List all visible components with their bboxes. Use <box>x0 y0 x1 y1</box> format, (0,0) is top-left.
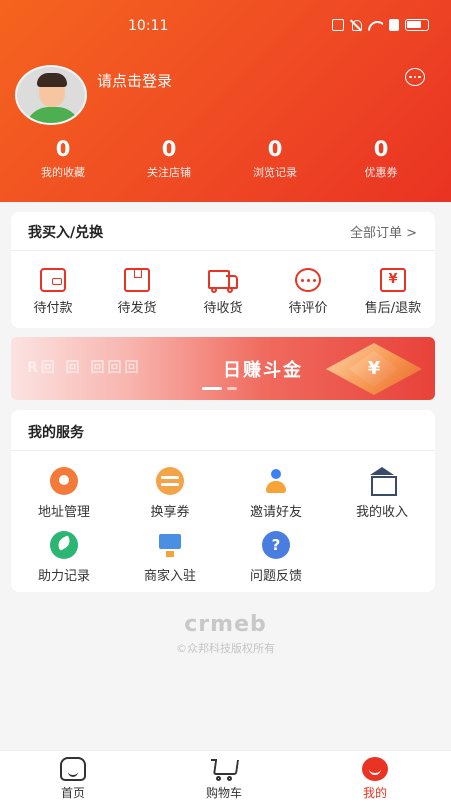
service-label: 助力记录 <box>37 569 90 584</box>
services-card: 我的服务 地址管理 换享券 邀请好友 我的收入 助力记录 商家入驻 ? 问题反馈 <box>11 410 435 592</box>
bottom-tab-bar: 首页 购物车 我的 <box>0 750 451 802</box>
order-pending-review[interactable]: 待评价 <box>268 268 348 316</box>
charging-icon <box>389 19 399 31</box>
home-icon <box>60 757 86 781</box>
order-pending-receipt[interactable]: 待收货 <box>183 268 263 316</box>
avatar-hair <box>37 73 67 87</box>
status-time: 10:11 <box>128 18 169 34</box>
stat-value: 0 <box>373 137 389 161</box>
stat-label: 关注店铺 <box>147 166 191 179</box>
service-invite[interactable]: 邀请好友 <box>226 467 326 520</box>
stat-value: 0 <box>55 137 71 161</box>
order-label: 售后/退款 <box>364 301 422 316</box>
service-income[interactable]: 我的收入 <box>332 467 432 520</box>
profile-icon <box>362 757 388 781</box>
avatar[interactable] <box>15 65 87 125</box>
service-address[interactable]: 地址管理 <box>14 467 114 520</box>
order-label: 待付款 <box>33 301 73 316</box>
tab-label: 购物车 <box>205 786 242 800</box>
cart-icon <box>211 757 237 781</box>
order-pending-shipment[interactable]: 待发货 <box>97 268 177 316</box>
order-label: 待收货 <box>203 301 243 316</box>
order-label: 待发货 <box>117 301 157 316</box>
stat-followed-shops[interactable]: 0 关注店铺 <box>119 137 219 180</box>
tab-cart[interactable]: 购物车 <box>184 757 264 801</box>
stat-coupons[interactable]: 0 优惠券 <box>331 137 431 180</box>
tab-profile[interactable]: 我的 <box>335 757 415 801</box>
crmeb-logo: crmeb <box>184 612 267 637</box>
battery-icon <box>405 19 429 31</box>
stat-favorites[interactable]: 0 我的收藏 <box>13 137 113 180</box>
service-label: 换享券 <box>150 505 190 520</box>
service-label: 邀请好友 <box>249 505 302 520</box>
help-icon: ? <box>262 531 290 559</box>
all-orders-link[interactable]: 全部订单 > <box>350 222 417 241</box>
banner-slogan: 日赚斗金 <box>223 360 303 381</box>
login-prompt[interactable]: 请点击登录 <box>97 70 172 91</box>
services-title: 我的服务 <box>28 425 84 441</box>
nfc-icon <box>332 19 344 31</box>
stat-history[interactable]: 0 浏览记录 <box>225 137 325 180</box>
status-bar: 10:11 <box>0 18 451 38</box>
tab-home[interactable]: 首页 <box>33 757 113 801</box>
divider <box>11 250 435 251</box>
comment-icon <box>295 268 321 292</box>
service-feedback[interactable]: ? 问题反馈 <box>226 531 326 584</box>
pagination-dot-active[interactable] <box>202 387 222 390</box>
order-refund[interactable]: ¥ 售后/退款 <box>353 268 433 316</box>
refund-icon: ¥ <box>380 268 406 292</box>
tab-label: 我的 <box>362 786 387 800</box>
divider <box>11 450 435 451</box>
message-icon[interactable] <box>405 68 425 86</box>
service-label: 问题反馈 <box>249 569 302 584</box>
rocket-icon <box>50 531 78 559</box>
invite-icon <box>262 467 290 495</box>
avatar-body <box>25 107 81 123</box>
package-icon <box>124 268 150 292</box>
order-pending-payment[interactable]: 待付款 <box>13 268 93 316</box>
wallet-icon <box>40 268 66 292</box>
service-merchant[interactable]: 商家入驻 <box>120 531 220 584</box>
truck-icon <box>208 268 238 293</box>
stat-value: 0 <box>267 137 283 161</box>
service-label: 地址管理 <box>37 505 90 520</box>
order-label: 待评价 <box>288 301 328 316</box>
profile-header: 10:11 请点击登录 0 我的收藏 0 关注店铺 0 浏览记录 0 优惠券 <box>0 0 451 202</box>
copyright-text: ©众邦科技版权所有 <box>176 642 275 655</box>
service-label: 商家入驻 <box>143 569 196 584</box>
stat-value: 0 <box>161 137 177 161</box>
service-coupon[interactable]: 换享券 <box>120 467 220 520</box>
status-icons <box>332 19 429 31</box>
merchant-icon <box>156 531 184 559</box>
orders-title: 我买入/兑换 <box>28 225 104 241</box>
service-assist[interactable]: 助力记录 <box>14 531 114 584</box>
coupon-icon <box>156 467 184 495</box>
stat-label: 我的收藏 <box>41 166 85 179</box>
service-label: 我的收入 <box>355 505 408 520</box>
tab-label: 首页 <box>60 786 85 800</box>
banner-faint-text: R回 回 回回回 <box>27 360 142 376</box>
pagination-dot[interactable] <box>227 387 237 390</box>
promo-banner[interactable]: R回 回 回回回 日赚斗金 ¥ <box>11 337 435 400</box>
bank-icon <box>368 467 397 496</box>
mute-icon <box>350 19 362 31</box>
banner-pagination <box>202 387 237 390</box>
stat-label: 优惠券 <box>364 166 398 179</box>
orders-card: 我买入/兑换 全部订单 > 待付款 待发货 待收货 待评价 ¥ 售后/退款 <box>11 212 435 328</box>
location-icon <box>50 467 78 495</box>
stat-label: 浏览记录 <box>253 166 297 179</box>
wifi-icon <box>368 19 383 31</box>
